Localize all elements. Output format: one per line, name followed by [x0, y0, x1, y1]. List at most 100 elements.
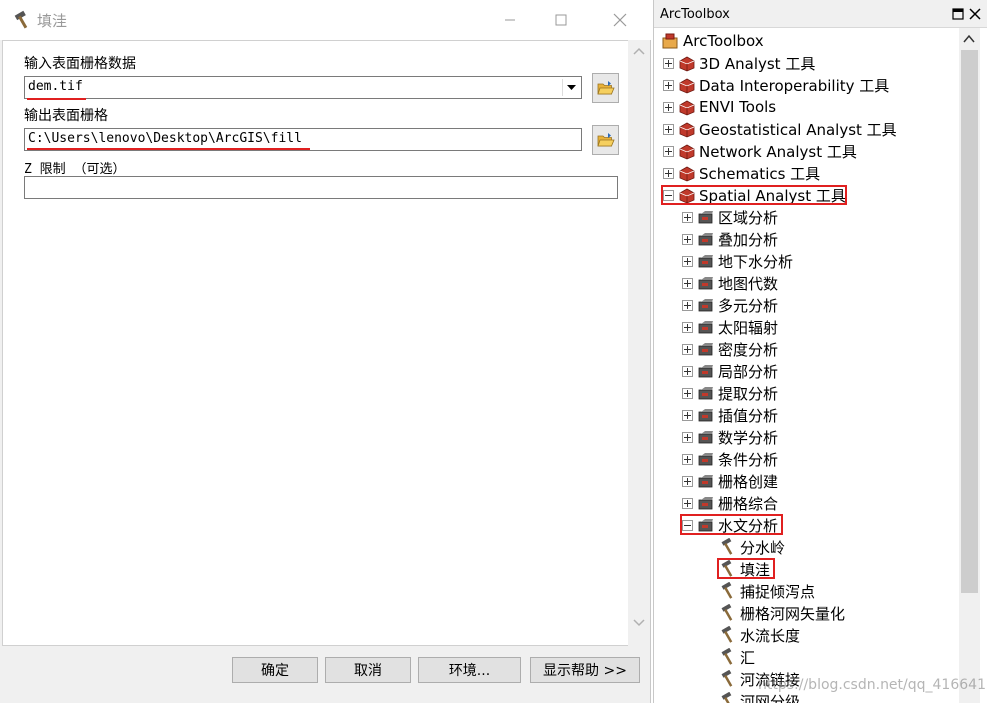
tree-item-label: 条件分析 [718, 450, 779, 469]
toolbox-item[interactable]: Geostatistical Analyst 工具 [663, 118, 897, 140]
minimize-button[interactable] [487, 6, 533, 34]
hammer-icon [721, 582, 733, 599]
toolbox-icon [679, 78, 695, 94]
toolset-icon [698, 211, 713, 224]
expand-icon[interactable] [663, 145, 674, 157]
expand-icon[interactable] [663, 57, 674, 69]
expand-icon[interactable] [663, 79, 674, 91]
toolset-item[interactable]: 地图代数 [682, 272, 778, 294]
tree-root[interactable]: ArcToolbox [662, 30, 764, 52]
cancel-button[interactable]: 取消 [325, 657, 411, 683]
tree-item-label: 地图代数 [718, 274, 779, 293]
scroll-up-icon[interactable] [633, 46, 645, 58]
hammer-icon [721, 604, 733, 621]
toolset-icon [698, 255, 713, 268]
toolbox-scrollbar[interactable] [959, 28, 980, 703]
toolset-item[interactable]: 插值分析 [682, 404, 778, 426]
toolset-icon [698, 233, 713, 246]
hammer-icon [721, 670, 733, 687]
toolbox-item[interactable]: Schematics 工具 [663, 162, 820, 184]
dialog-titlebar[interactable]: 填洼 [0, 0, 651, 40]
scroll-down-icon[interactable] [633, 616, 645, 628]
restore-icon[interactable] [952, 8, 964, 20]
watermark: https://blog.csdn.net/qq_41664159 [758, 677, 987, 693]
spatial-analyst-highlight [661, 185, 847, 205]
expand-icon[interactable] [682, 475, 693, 487]
arctoolbox-panel: ArcToolbox ArcToolbox 3D Analyst 工具 Data … [653, 0, 987, 703]
scroll-up-icon[interactable] [963, 34, 975, 44]
dialog-scrollbar[interactable] [628, 40, 649, 646]
toolset-icon [698, 299, 713, 312]
expand-icon[interactable] [682, 431, 693, 443]
tool-item[interactable]: 汇 [704, 646, 755, 668]
tree-item-label: 密度分析 [718, 340, 779, 359]
toolbox-tree: ArcToolbox 3D Analyst 工具 Data Interoperab… [654, 28, 959, 703]
tree-item-label: 数学分析 [718, 428, 779, 447]
tool-item[interactable]: 栅格河网矢量化 [704, 602, 845, 624]
toolbox-item[interactable]: Data Interoperability 工具 [663, 74, 889, 96]
tree-item-label: 区域分析 [718, 208, 779, 227]
toolset-item[interactable]: 太阳辐射 [682, 316, 778, 338]
toolset-item[interactable]: 提取分析 [682, 382, 778, 404]
toolset-item[interactable]: 数学分析 [682, 426, 778, 448]
close-button[interactable] [597, 6, 643, 34]
toolset-item[interactable]: 区域分析 [682, 206, 778, 228]
ok-button[interactable]: 确定 [232, 657, 318, 683]
toolbox-item[interactable]: Network Analyst 工具 [663, 140, 857, 162]
expand-icon[interactable] [682, 497, 693, 509]
expand-icon[interactable] [663, 167, 674, 179]
toolset-item[interactable]: 地下水分析 [682, 250, 793, 272]
toolset-item[interactable]: 局部分析 [682, 360, 778, 382]
show-help-button[interactable]: 显示帮助 >> [530, 657, 640, 683]
toolbox-item[interactable]: ENVI Tools [663, 96, 776, 118]
maximize-button[interactable] [538, 6, 584, 34]
toolbox-item[interactable]: 3D Analyst 工具 [663, 52, 815, 74]
expand-icon[interactable] [682, 365, 693, 377]
toolset-item[interactable]: 栅格创建 [682, 470, 778, 492]
toolset-icon [698, 365, 713, 378]
folder-open-icon [596, 81, 615, 95]
expand-icon[interactable] [682, 453, 693, 465]
tool-item[interactable]: 水流长度 [704, 624, 800, 646]
toolset-item[interactable]: 密度分析 [682, 338, 778, 360]
expand-icon[interactable] [682, 211, 693, 223]
toolset-item[interactable]: 条件分析 [682, 448, 778, 470]
hammer-icon [721, 692, 733, 703]
tree-item-label: 插值分析 [718, 406, 779, 425]
output-raster-value: C:\Users\lenovo\Desktop\ArcGIS\fill [28, 131, 302, 146]
expand-icon[interactable] [663, 101, 674, 113]
hammer-icon [721, 538, 733, 555]
expand-icon[interactable] [663, 123, 674, 135]
expand-icon[interactable] [682, 387, 693, 399]
scrollbar-thumb[interactable] [961, 50, 978, 593]
toolset-icon [698, 475, 713, 488]
expand-icon[interactable] [682, 321, 693, 333]
environments-button[interactable]: 环境... [418, 657, 521, 683]
expand-icon[interactable] [682, 233, 693, 245]
input-raster-dropdown[interactable]: dem.tif [24, 76, 582, 99]
browse-output-button[interactable] [592, 125, 619, 155]
tree-item-label: 提取分析 [718, 384, 779, 403]
toolset-item[interactable]: 栅格综合 [682, 492, 778, 514]
expand-icon[interactable] [682, 255, 693, 267]
expand-icon[interactable] [682, 277, 693, 289]
tree-item-label: 捕捉倾泻点 [740, 582, 816, 601]
expand-icon[interactable] [682, 343, 693, 355]
output-raster-label: 输出表面栅格 [24, 108, 108, 124]
tool-item[interactable]: 捕捉倾泻点 [704, 580, 815, 602]
toolset-item[interactable]: 叠加分析 [682, 228, 778, 250]
close-icon[interactable] [969, 8, 981, 20]
tool-item[interactable]: 分水岭 [704, 536, 785, 558]
toolset-item[interactable]: 多元分析 [682, 294, 778, 316]
dropdown-arrow-button[interactable] [562, 79, 579, 96]
dialog-title: 填洼 [37, 12, 68, 30]
expand-icon[interactable] [682, 409, 693, 421]
z-limit-input[interactable] [24, 176, 618, 199]
toolbox-title: ArcToolbox [660, 7, 730, 22]
expand-icon[interactable] [682, 299, 693, 311]
browse-input-button[interactable] [592, 73, 619, 103]
toolbox-titlebar[interactable]: ArcToolbox [654, 0, 987, 28]
toolset-icon [698, 321, 713, 334]
tree-item-label: 水流长度 [740, 626, 801, 645]
toolbox-icon [679, 100, 695, 116]
